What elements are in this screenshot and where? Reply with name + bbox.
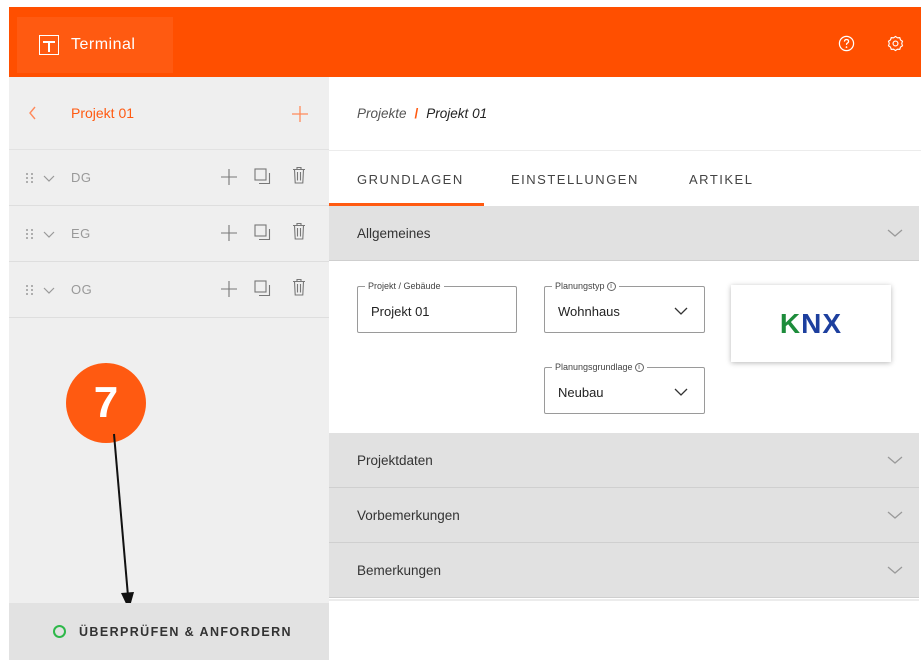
chevron-down-icon [887,566,903,574]
chevron-down-icon [674,307,688,315]
info-icon[interactable]: i [606,282,616,292]
section-vorbemerkungen-header[interactable]: Vorbemerkungen [329,488,919,543]
floor-row-dg[interactable]: DG [9,150,329,206]
add-icon[interactable] [221,169,237,185]
project-name-label: Projekt / Gebäude [365,280,444,292]
knx-logo-k: K [779,307,802,339]
breadcrumb-separator: / [414,106,419,121]
drag-handle-icon[interactable] [24,284,36,296]
planning-basis-label-text: Planungsgrundlage [555,362,633,372]
floor-row-og[interactable]: OG [9,262,329,318]
section-projektdaten-header[interactable]: Projektdaten [329,433,919,488]
app-logo[interactable]: Terminal [17,17,173,73]
tab-einstellungen[interactable]: EINSTELLUNGEN [511,172,639,187]
sidebar: Projekt 01 DG EG OG [9,77,329,660]
status-circle-icon [53,625,66,638]
planning-type-label-text: Planungstyp [555,281,605,291]
breadcrumb-current: Projekt 01 [426,106,488,121]
chevron-down-icon [887,229,903,237]
callout-arrow [113,433,134,610]
knx-logo-nx: NX [801,307,843,339]
planning-type-value: Wohnhaus [558,304,620,319]
chevron-down-icon[interactable] [43,229,55,239]
help-icon[interactable] [838,35,855,52]
chevron-down-icon[interactable] [43,285,55,295]
section-title: Projektdaten [357,453,433,468]
review-request-button[interactable]: ÜBERPRÜFEN & ANFORDERN [9,603,329,660]
main-content: Projekte / Projekt 01 GRUNDLAGEN EINSTELLU… [329,77,921,660]
breadcrumb: Projekte / Projekt 01 [357,106,487,121]
planning-basis-value: Neubau [558,385,604,400]
trash-icon[interactable] [292,222,306,240]
info-icon[interactable]: i [634,363,644,373]
drag-handle-icon[interactable] [24,228,36,240]
app-name: Terminal [71,36,136,53]
back-chevron-icon[interactable] [25,104,41,122]
trash-icon[interactable] [292,278,306,296]
top-bar: Terminal [9,7,921,77]
chevron-down-icon [887,456,903,464]
tab-bar: GRUNDLAGEN EINSTELLUNGEN ARTIKEL [329,151,921,206]
project-name-field[interactable]: Projekt / Gebäude Projekt 01 [357,280,517,333]
copy-icon[interactable] [254,168,271,185]
tab-artikel[interactable]: ARTIKEL [689,172,753,187]
add-floor-icon[interactable] [291,105,309,123]
section-allgemeines-header[interactable]: Allgemeines [329,206,919,261]
project-title: Projekt 01 [71,105,135,121]
content-bottom-divider [329,599,919,601]
knx-logo: KNX [780,308,842,340]
planning-basis-select[interactable]: Planungsgrundlage i Neubau [544,361,705,414]
drag-handle-icon[interactable] [24,172,36,184]
floor-name: DG [71,170,92,185]
section-title: Allgemeines [357,226,431,241]
sidebar-header: Projekt 01 [9,77,329,150]
copy-icon[interactable] [254,224,271,241]
copy-icon[interactable] [254,280,271,297]
project-name-value: Projekt 01 [371,304,430,319]
planning-type-label: Planungstyp i [552,280,619,292]
section-title: Vorbemerkungen [357,508,460,523]
floor-name: EG [71,226,91,241]
section-bemerkungen-header[interactable]: Bemerkungen [329,543,919,598]
planning-basis-label: Planungsgrundlage i [552,361,647,373]
trash-icon[interactable] [292,166,306,184]
knx-logo-card: KNX [731,285,891,362]
floor-name: OG [71,282,93,297]
chevron-down-icon[interactable] [43,173,55,183]
planning-type-select[interactable]: Planungstyp i Wohnhaus [544,280,705,333]
section-title: Bemerkungen [357,563,442,578]
terminal-logo-icon [39,35,59,55]
chevron-down-icon [887,511,903,519]
chevron-down-icon [674,388,688,396]
add-icon[interactable] [221,225,237,241]
add-icon[interactable] [221,281,237,297]
floor-row-eg[interactable]: EG [9,206,329,262]
breadcrumb-projects-link[interactable]: Projekte [357,106,407,121]
tab-grundlagen[interactable]: GRUNDLAGEN [357,172,464,187]
settings-icon[interactable] [887,35,904,52]
review-request-label: ÜBERPRÜFEN & ANFORDERN [79,624,292,639]
